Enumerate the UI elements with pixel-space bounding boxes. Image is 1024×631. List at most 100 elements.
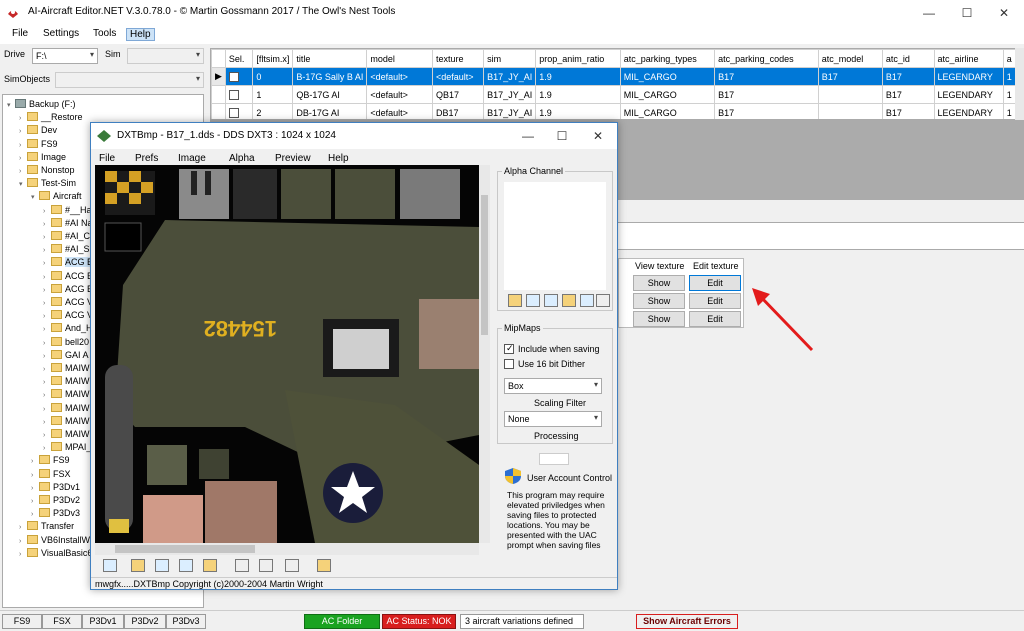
expand-chevron-icon[interactable]: ›: [43, 232, 51, 244]
col-atc-parking-codes[interactable]: atc_parking_codes: [714, 49, 819, 68]
col-title[interactable]: title: [292, 49, 368, 68]
grid-scrollbar[interactable]: [1015, 48, 1024, 120]
dxt-menu-help[interactable]: Help: [328, 153, 349, 164]
menu-tools[interactable]: Tools: [93, 28, 116, 39]
expand-chevron-icon[interactable]: ›: [31, 470, 39, 482]
tab-p3dv1[interactable]: P3Dv1: [82, 614, 124, 629]
alpha-image-icon[interactable]: [544, 294, 558, 307]
tree-node[interactable]: › #__Ha: [43, 204, 92, 216]
expand-chevron-icon[interactable]: ›: [43, 272, 51, 284]
aircraft-grid[interactable]: Sel. [fltsim.x] title model texture sim prop_a…: [210, 48, 1024, 120]
alpha-zoom-icon[interactable]: [596, 294, 610, 307]
table-row[interactable]: 1 QB-17G AI <default> QB17 B17_JY_AI 1.9 MIL_C…: [211, 85, 1023, 104]
col-atc-id[interactable]: atc_id: [881, 49, 935, 68]
tree-node[interactable]: › MAIW: [43, 415, 90, 427]
tree-node[interactable]: › MAIW: [43, 362, 90, 374]
tree-node[interactable]: › ACG B: [43, 256, 94, 270]
show-aircraft-errors-button[interactable]: Show Aircraft Errors: [636, 614, 738, 629]
expand-chevron-icon[interactable]: ›: [19, 549, 27, 561]
simobjects-select[interactable]: ▾: [55, 72, 204, 88]
tab-p3dv3[interactable]: P3Dv3: [166, 614, 206, 629]
table-row[interactable]: 2 DB-17G AI <default> DB17 B17_JY_AI 1.9 MIL_C…: [211, 103, 1023, 119]
select-checkbox[interactable]: [228, 89, 239, 100]
col-sim[interactable]: sim: [483, 49, 537, 68]
scaling-filter-select[interactable]: Box ▾: [504, 378, 602, 394]
expand-chevron-icon[interactable]: ›: [43, 311, 51, 323]
tab-fs9[interactable]: FS9: [2, 614, 42, 629]
collapse-chevron-icon[interactable]: ▾: [7, 100, 15, 112]
col-sel[interactable]: Sel.: [224, 49, 254, 68]
edit-texture-button[interactable]: Edit: [689, 275, 741, 291]
col-texture[interactable]: texture: [431, 49, 485, 68]
tree-node[interactable]: › Dev: [19, 124, 57, 136]
collapse-chevron-icon[interactable]: ▾: [19, 179, 27, 191]
expand-chevron-icon[interactable]: ›: [19, 536, 27, 548]
dxt-menu-image[interactable]: Image: [178, 153, 206, 164]
tree-node[interactable]: ▾ Test-Sim: [19, 177, 76, 189]
menu-file[interactable]: File: [12, 28, 28, 39]
select-checkbox[interactable]: [228, 71, 239, 82]
expand-chevron-icon[interactable]: ›: [43, 298, 51, 310]
tree-node[interactable]: › MPAI_: [43, 441, 91, 453]
tree-node[interactable]: › MAIW: [43, 375, 90, 387]
tree-node[interactable]: › Nonstop: [19, 164, 75, 176]
dxt-menu-file[interactable]: File: [99, 153, 115, 164]
tree-node[interactable]: › VB6InstallWor: [19, 534, 98, 546]
expand-chevron-icon[interactable]: ›: [43, 258, 51, 270]
expand-chevron-icon[interactable]: ›: [43, 285, 51, 297]
expand-chevron-icon[interactable]: ›: [19, 522, 27, 534]
include-checkbox[interactable]: ✓: [504, 343, 514, 354]
tree-node[interactable]: › P3Dv2: [31, 494, 80, 506]
expand-chevron-icon[interactable]: ›: [31, 456, 39, 468]
zoom-icon[interactable]: [285, 559, 299, 572]
tree-node[interactable]: › #AI_S: [43, 243, 90, 255]
collapse-chevron-icon[interactable]: ▾: [31, 192, 39, 204]
tree-node[interactable]: ▾ Aircraft: [31, 190, 82, 202]
dxtbmp-minimize-button[interactable]: —: [517, 127, 539, 145]
expand-chevron-icon[interactable]: ›: [31, 483, 39, 495]
expand-chevron-icon[interactable]: ›: [19, 126, 27, 138]
tree-node[interactable]: › __Restore: [19, 111, 83, 123]
texture-preview[interactable]: 154482: [95, 165, 479, 543]
preview-horizontal-scrollbar[interactable]: [95, 543, 479, 555]
tree-node[interactable]: › #AI_C: [43, 230, 90, 242]
expand-chevron-icon[interactable]: ›: [43, 417, 51, 429]
folder-image-icon[interactable]: [317, 559, 331, 572]
minimize-button[interactable]: —: [918, 4, 940, 22]
expand-chevron-icon[interactable]: ›: [43, 390, 51, 402]
col-atc-model[interactable]: atc_model: [817, 49, 883, 68]
expand-chevron-icon[interactable]: ›: [19, 166, 27, 178]
show-texture-button[interactable]: Show: [633, 275, 685, 291]
tree-node[interactable]: › VisualBasic6: [19, 547, 92, 559]
open-folder-icon[interactable]: [131, 559, 145, 572]
expand-chevron-icon[interactable]: ›: [43, 338, 51, 350]
tree-node[interactable]: › MAIW: [43, 428, 90, 440]
col-atc-airline[interactable]: atc_airline: [933, 49, 1004, 68]
expand-chevron-icon[interactable]: ›: [19, 113, 27, 125]
sim-select[interactable]: ▾: [127, 48, 204, 64]
dxtbmp-maximize-button[interactable]: ☐: [551, 127, 573, 145]
flip-vertical-icon[interactable]: [235, 559, 249, 572]
dxt-menu-alpha[interactable]: Alpha: [229, 153, 255, 164]
tree-node[interactable]: › FS9: [19, 138, 58, 150]
open-alpha-icon[interactable]: [508, 294, 522, 307]
close-button[interactable]: ✕: [993, 4, 1015, 22]
tree-node[interactable]: › ACG B: [43, 270, 93, 282]
tree-node[interactable]: › And_H: [43, 322, 93, 334]
save-folder-icon[interactable]: [203, 559, 217, 572]
expand-chevron-icon[interactable]: ›: [43, 377, 51, 389]
select-checkbox[interactable]: [228, 107, 239, 118]
expand-chevron-icon[interactable]: ›: [31, 496, 39, 508]
menu-settings[interactable]: Settings: [43, 28, 79, 39]
edit-texture-button[interactable]: Edit: [689, 311, 741, 327]
expand-chevron-icon[interactable]: ›: [43, 324, 51, 336]
expand-chevron-icon[interactable]: ›: [31, 509, 39, 521]
col-atc-parking-types[interactable]: atc_parking_types: [619, 49, 716, 68]
tree-node[interactable]: › MAIW: [43, 388, 90, 400]
show-texture-button[interactable]: Show: [633, 311, 685, 327]
expand-chevron-icon[interactable]: ›: [43, 404, 51, 416]
col-fltsim[interactable]: [fltsim.x]: [252, 49, 294, 68]
dxtbmp-close-button[interactable]: ✕: [587, 127, 609, 145]
tree-node[interactable]: › GAI A: [43, 349, 89, 361]
tree-node[interactable]: › FSX: [31, 468, 71, 480]
